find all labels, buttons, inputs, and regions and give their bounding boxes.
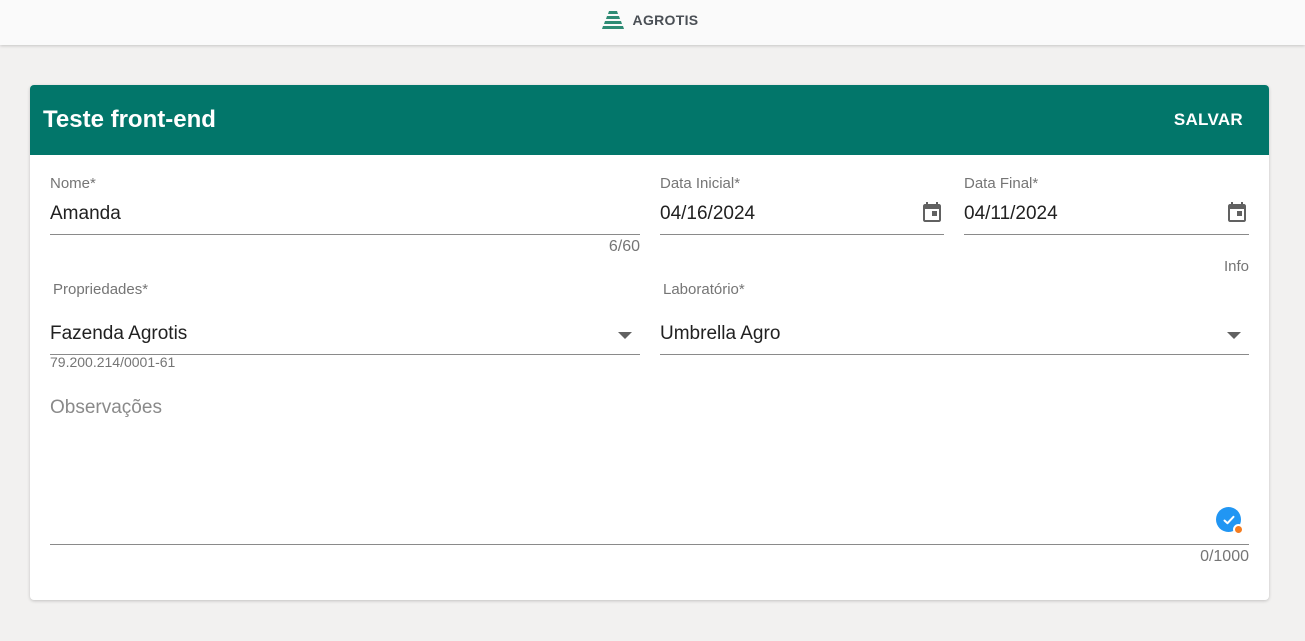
brand-logo[interactable]: AGROTIS: [601, 10, 699, 30]
data-inicial-input[interactable]: 04/16/2024: [660, 203, 755, 225]
notification-dot: [1233, 524, 1244, 535]
calendar-icon[interactable]: [1225, 201, 1249, 225]
propriedades-value[interactable]: Fazenda Agrotis: [50, 323, 187, 345]
observacoes-underline: [50, 544, 1249, 545]
save-button[interactable]: SALVAR: [1164, 105, 1253, 135]
page-title: Teste front-end: [43, 106, 216, 133]
data-final-label: Data Final*: [964, 175, 1039, 192]
top-bar: AGROTIS: [0, 0, 1305, 45]
dropdown-arrow-icon[interactable]: [618, 332, 632, 339]
check-icon: [1223, 515, 1234, 524]
data-final-field[interactable]: Data Final* 04/11/2024: [964, 175, 1249, 237]
laboratorio-label: Laboratório*: [663, 281, 745, 298]
nome-counter: 6/60: [608, 238, 640, 255]
calendar-icon[interactable]: [920, 201, 944, 225]
info-label: Info: [1223, 258, 1249, 275]
propriedades-label: Propriedades*: [53, 281, 149, 298]
data-final-underline: [964, 234, 1249, 235]
brand-name: AGROTIS: [632, 11, 699, 28]
card-header: Teste front-end SALVAR: [30, 85, 1269, 155]
checkmark-badge-icon[interactable]: [1216, 507, 1244, 535]
laboratorio-underline: [660, 354, 1249, 355]
dropdown-arrow-icon[interactable]: [1227, 332, 1241, 339]
data-inicial-underline: [660, 234, 944, 235]
propriedades-select[interactable]: Propriedades* Fazenda Agrotis 79.200.214…: [50, 281, 640, 373]
observacoes-label: Observações: [50, 397, 162, 418]
nome-field[interactable]: Nome* Amanda 6/60: [50, 175, 640, 259]
observacoes-counter: 0/1000: [1200, 548, 1249, 565]
form-card: Teste front-end SALVAR Nome* Amanda 6/60…: [30, 85, 1269, 600]
nome-input[interactable]: Amanda: [50, 203, 121, 225]
nome-underline: [50, 234, 640, 235]
observacoes-field[interactable]: Observações 0/1000: [50, 397, 1249, 569]
data-inicial-field[interactable]: Data Inicial* 04/16/2024: [660, 175, 944, 237]
laboratorio-select[interactable]: Laboratório* Umbrella Agro: [660, 281, 1249, 357]
nome-label: Nome*: [50, 175, 96, 192]
laboratorio-value[interactable]: Umbrella Agro: [660, 323, 780, 345]
propriedades-hint: 79.200.214/0001-61: [50, 354, 176, 370]
data-final-input[interactable]: 04/11/2024: [964, 203, 1058, 225]
data-inicial-label: Data Inicial*: [660, 175, 741, 192]
agrotis-logo-icon: [601, 10, 624, 29]
